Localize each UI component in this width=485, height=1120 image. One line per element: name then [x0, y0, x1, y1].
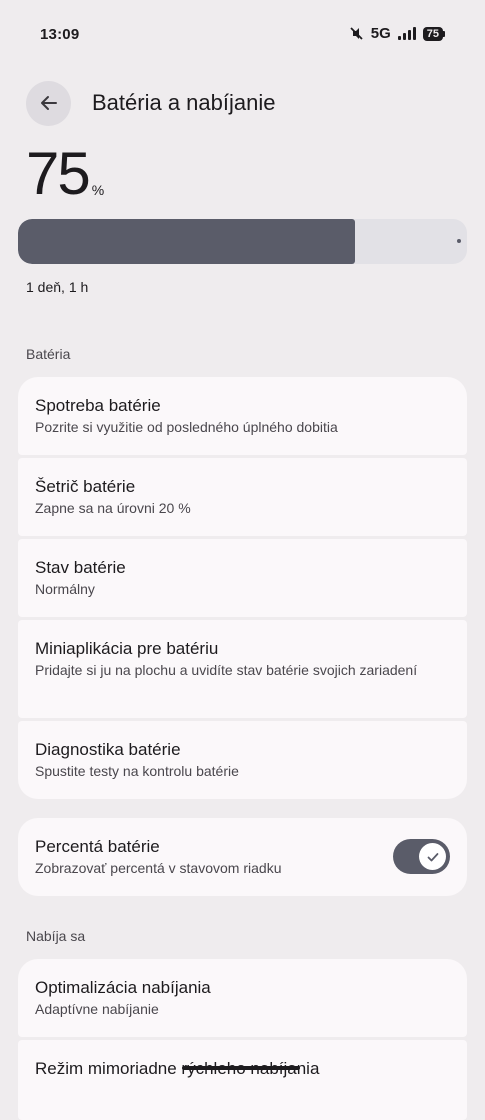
battery-level: 75 %	[26, 142, 104, 206]
status-icons: 5G 75	[349, 25, 445, 42]
status-bar: 13:09 5G 75	[0, 0, 485, 60]
list-item-super-fast-charging[interactable]: Režim mimoriadne rýchleho nabíjania	[18, 1040, 467, 1120]
item-subtitle: Pridajte si ju na plochu a uvidíte stav …	[35, 662, 418, 678]
signal-icon	[397, 27, 416, 40]
check-icon	[427, 852, 438, 861]
back-button[interactable]	[26, 80, 71, 126]
charging-settings-group: Optimalizácia nabíjania Adaptívne nabíja…	[18, 959, 467, 1120]
level-bar-end-dot	[457, 239, 461, 243]
item-subtitle: Zapne sa na úrovni 20 %	[35, 500, 191, 516]
mute-icon	[349, 26, 364, 41]
item-title: Šetrič batérie	[35, 477, 136, 496]
item-title: Diagnostika batérie	[35, 740, 181, 759]
battery-level-unit: %	[91, 182, 105, 198]
battery-settings-group: Spotreba batérie Pozrite si využitie od …	[18, 377, 467, 799]
home-indicator[interactable]	[182, 1066, 300, 1070]
item-title: Percentá batérie	[35, 837, 160, 856]
network-type: 5G	[370, 25, 391, 42]
item-subtitle: Adaptívne nabíjanie	[35, 1001, 159, 1017]
list-item-battery-health[interactable]: Stav batérie Normálny	[18, 539, 467, 617]
list-item-charging-optimization[interactable]: Optimalizácia nabíjania Adaptívne nabíja…	[18, 959, 467, 1037]
item-title: Miniaplikácia pre batériu	[35, 639, 219, 658]
battery-icon: 75	[422, 26, 445, 41]
list-item-battery-saver[interactable]: Šetrič batérie Zapne sa na úrovni 20 %	[18, 458, 467, 536]
list-item-battery-usage[interactable]: Spotreba batérie Pozrite si využitie od …	[18, 377, 467, 455]
section-label-battery: Batéria	[26, 346, 71, 362]
list-item-battery-percentage[interactable]: Percentá batérie Zobrazovať percentá v s…	[18, 818, 467, 896]
battery-percent-text: 75	[422, 26, 443, 41]
list-item-battery-diagnostics[interactable]: Diagnostika batérie Spustite testy na ko…	[18, 721, 467, 799]
battery-level-bar	[18, 219, 467, 264]
item-title: Stav batérie	[35, 558, 126, 577]
item-subtitle: Zobrazovať percentá v stavovom riadku	[35, 860, 282, 876]
list-item-battery-widget[interactable]: Miniaplikácia pre batériu Pridajte si ju…	[18, 620, 467, 718]
battery-remaining-time: 1 deň, 1 h	[26, 279, 89, 295]
battery-percentage-toggle[interactable]	[393, 839, 450, 874]
battery-level-value: 75	[26, 140, 91, 207]
header: Batéria a nabíjanie	[26, 80, 465, 126]
section-label-charging: Nabíja sa	[26, 928, 86, 944]
page-title: Batéria a nabíjanie	[92, 90, 276, 115]
item-title: Optimalizácia nabíjania	[35, 978, 211, 997]
status-time: 13:09	[40, 26, 80, 43]
toggle-knob	[419, 843, 446, 870]
arrow-left-icon	[40, 96, 57, 110]
battery-level-fill	[18, 219, 355, 264]
item-subtitle: Spustite testy na kontrolu batérie	[35, 763, 239, 779]
item-title: Spotreba batérie	[35, 396, 161, 415]
item-subtitle: Normálny	[35, 581, 95, 597]
item-subtitle: Pozrite si využitie od posledného úplnéh…	[35, 419, 338, 435]
